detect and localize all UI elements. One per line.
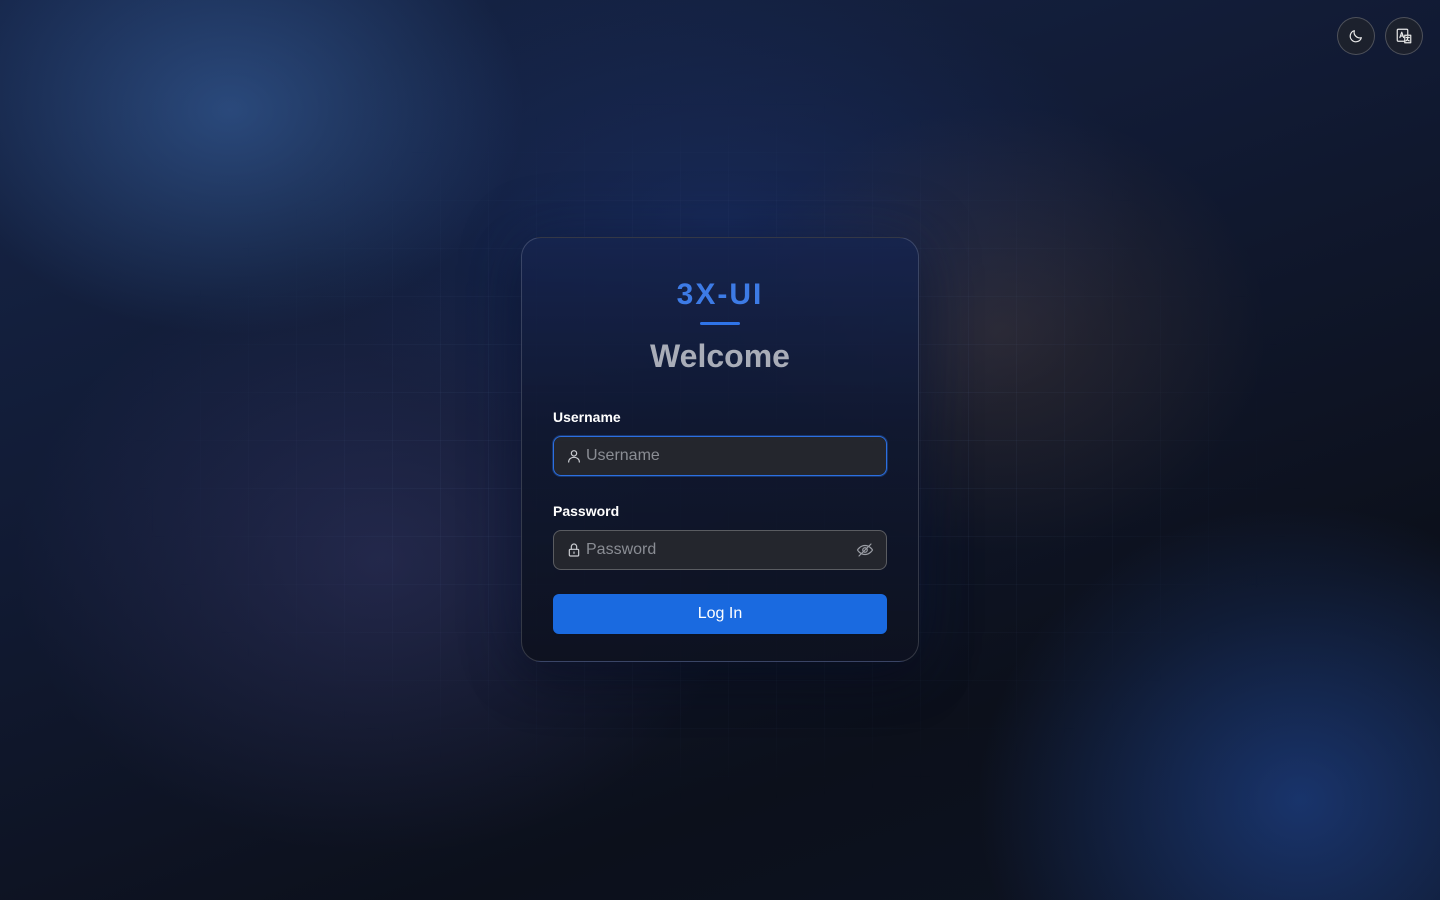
page-title: Welcome [650, 338, 790, 374]
lock-icon [566, 542, 582, 558]
username-label: Username [553, 409, 621, 425]
brand-logo-text: 3X-UI [676, 278, 764, 311]
eye-off-icon[interactable] [856, 541, 874, 559]
password-label: Password [553, 503, 620, 519]
username-input[interactable] [586, 437, 874, 475]
top-actions [1337, 17, 1423, 55]
password-field[interactable] [553, 530, 887, 570]
translate-icon [1395, 27, 1413, 45]
moon-icon [1348, 28, 1364, 44]
theme-toggle-button[interactable] [1337, 17, 1375, 55]
user-icon [566, 448, 582, 464]
brand-underline [700, 322, 740, 325]
language-button[interactable] [1385, 17, 1423, 55]
username-field[interactable] [553, 436, 887, 476]
login-button[interactable]: Log In [553, 594, 887, 634]
login-card: 3X-UI Welcome Username Password [521, 237, 919, 662]
password-input[interactable] [586, 531, 856, 569]
